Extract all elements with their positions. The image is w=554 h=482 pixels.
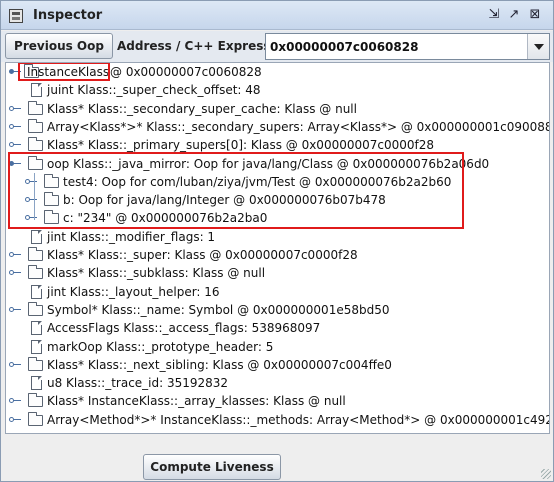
tree-row[interactable]: Array<Klass*>* Klass::_secondary_supers:… [6,118,550,136]
file-icon [31,83,42,97]
folder-icon [28,302,43,316]
expand-handle-icon[interactable] [9,123,21,131]
tree-node-label: markOop Klass::_prototype_header: 5 [47,340,274,354]
folder-icon [28,412,43,426]
close-icon[interactable]: ⊠ [528,8,542,22]
file-icon [31,230,42,244]
inspector-app-icon [9,9,23,23]
tree-node-label: Klass* Klass::_subklass: Klass @ null [47,266,266,280]
resize-grip-icon[interactable] [541,469,551,479]
expand-handle-icon[interactable] [9,361,21,369]
expand-handle-icon[interactable] [9,269,21,277]
window-title: Inspector [33,8,103,23]
tree-row[interactable]: Klass* Klass::_super: Klass @ 0x00000007… [6,246,549,264]
inspector-window: Inspector ⇲ ↗ ⊠ Previous Oop Address / C… [0,0,554,482]
tree-node-label: Klass* Klass::_next_sibling: Klass @ 0x0… [47,358,392,372]
inspector-tree[interactable]: InstanceKlass @ 0x00000007c0060828 juint… [5,62,550,434]
tree-node-label: jint Klass::_layout_helper: 16 [47,285,220,299]
tree-row[interactable]: u8 Klass::_trace_id: 35192832 [6,374,549,392]
folder-icon [28,137,43,151]
tree-row[interactable]: Klass* Klass::_subklass: Klass @ null [6,264,549,282]
previous-oop-button[interactable]: Previous Oop [5,33,113,59]
file-icon [31,321,42,335]
folder-icon [28,101,43,115]
folder-icon [28,393,43,407]
expand-handle-icon[interactable] [9,141,21,149]
file-icon [31,340,42,354]
root-highlight-box [18,63,110,81]
root-address-label: @ 0x00000007c0060828 [110,65,262,79]
expand-handle-icon[interactable] [9,397,21,405]
tree-row[interactable]: markOop Klass::_prototype_header: 5 [6,338,549,356]
mirror-highlight-box [8,152,464,229]
tree-row[interactable]: Klass* InstanceKlass::_array_klasses: Kl… [6,392,549,410]
footer-bar: Compute Liveness [1,437,553,481]
title-bar[interactable]: Inspector ⇲ ↗ ⊠ [1,1,553,30]
toolbar: Previous Oop Address / C++ Expression: 0… [1,31,553,62]
folder-icon [28,119,43,133]
tree-row[interactable]: Klass* Klass::_next_sibling: Klass @ 0x0… [6,356,549,374]
folder-icon [28,247,43,261]
tree-row[interactable]: Klass* Klass::_secondary_super_cache: Kl… [6,100,549,118]
tree-row[interactable]: Symbol* Klass::_name: Symbol @ 0x0000000… [6,301,549,319]
tree-node-label: Array<Klass*>* Klass::_secondary_supers:… [47,120,550,134]
tree-row[interactable]: juint Klass::_super_check_offset: 48 [6,81,549,99]
expand-handle-icon[interactable] [9,306,21,314]
tree-node-label: Klass* InstanceKlass::_array_klasses: Kl… [47,394,346,408]
tree-row[interactable]: jint Klass::_modifier_flags: 1 [6,228,549,246]
compute-liveness-button[interactable]: Compute Liveness [143,454,281,480]
tree-row[interactable]: jint Klass::_layout_helper: 16 [6,283,549,301]
chevron-down-icon[interactable] [527,34,549,59]
maximize-icon[interactable]: ↗ [507,8,521,22]
tree-node-label: juint Klass::_super_check_offset: 48 [47,83,261,97]
expand-handle-icon[interactable] [9,251,21,259]
tree-node-label: Klass* Klass::_primary_supers[0]: Klass … [47,138,435,152]
folder-icon [28,357,43,371]
tree-node-label: Symbol* Klass::_name: Symbol @ 0x0000000… [47,303,390,317]
tree-node-label: AccessFlags Klass::_access_flags: 538968… [47,321,321,335]
folder-icon [28,265,43,279]
file-icon [31,285,42,299]
address-value[interactable]: 0x00000007c0060828 [270,40,418,54]
tree-row[interactable]: Array<Method*>* InstanceKlass::_methods:… [6,411,550,429]
tree-node-label: jint Klass::_modifier_flags: 1 [47,230,216,244]
expand-handle-icon[interactable] [9,105,21,113]
detach-icon[interactable]: ⇲ [487,8,501,22]
tree-row[interactable]: AccessFlags Klass::_access_flags: 538968… [6,319,549,337]
tree-node-label: Klass* Klass::_super: Klass @ 0x00000007… [47,248,358,262]
address-combobox[interactable]: 0x00000007c0060828 [265,33,550,60]
tree-node-label: Klass* Klass::_secondary_super_cache: Kl… [47,102,357,116]
expand-handle-icon[interactable] [9,416,21,424]
file-icon [31,376,42,390]
tree-node-label: Array<Method*>* InstanceKlass::_methods:… [47,413,550,427]
tree-node-label: u8 Klass::_trace_id: 35192832 [47,376,229,390]
